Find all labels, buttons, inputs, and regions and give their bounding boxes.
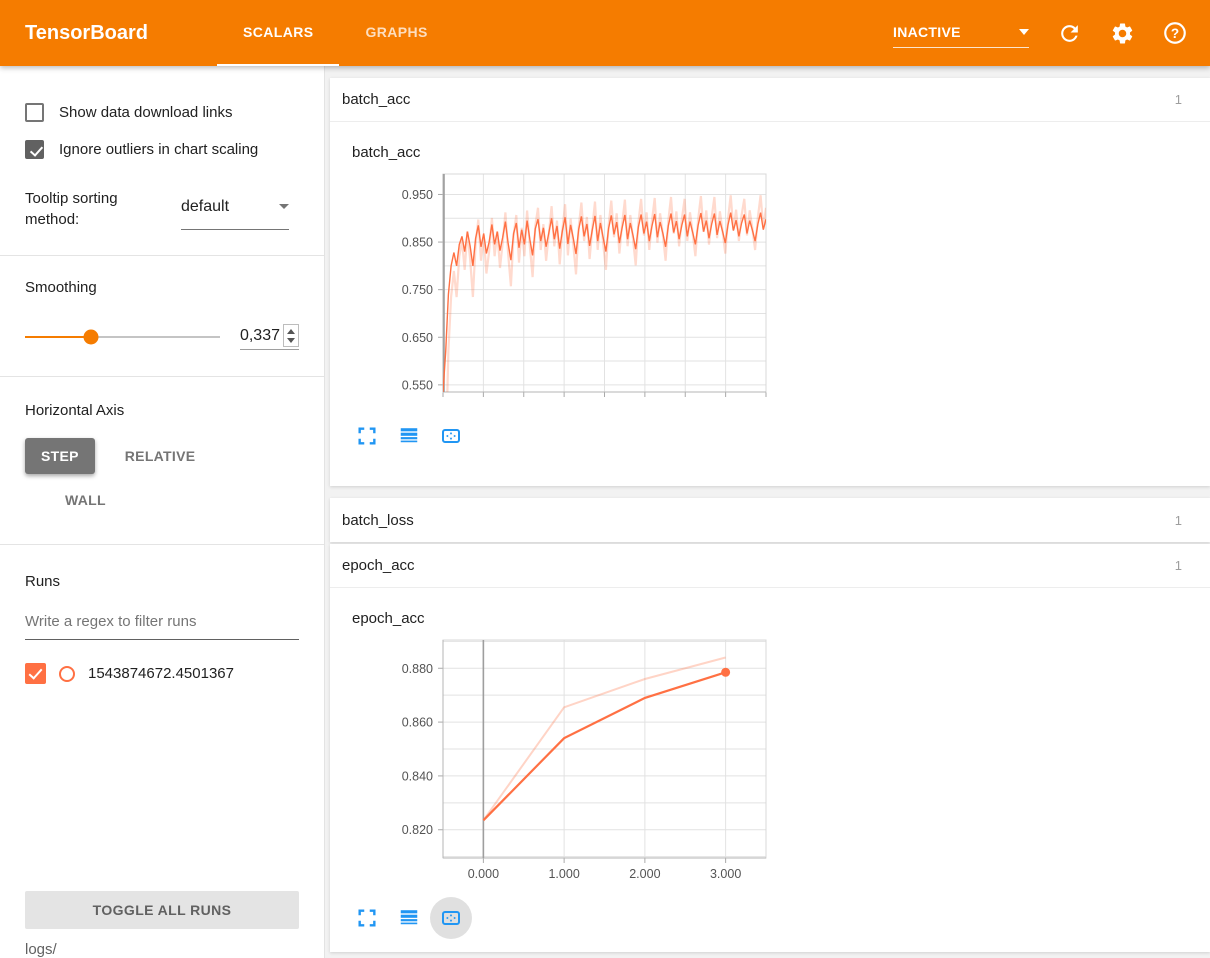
epoch-acc-chart[interactable]: 0.820 0.840 0.860 0.880 0.000 1.000 2.000 3.000 [350,634,780,884]
tab-graphs[interactable]: GRAPHS [339,0,453,66]
section-header-epoch-acc[interactable]: epoch_acc 1 [330,544,1210,588]
axis-relative-button[interactable]: RELATIVE [101,438,220,474]
show-download-links-checkbox[interactable]: Show data download links [0,94,324,131]
run-filter-input[interactable]: Write a regex to filter runs [25,613,299,640]
run-name: 1543874672.4501367 [88,665,234,682]
chevron-down-icon [1019,29,1029,35]
chevron-down-icon [279,204,289,209]
svg-text:0.880: 0.880 [402,662,433,676]
checkbox-unchecked-icon [25,103,44,122]
svg-text:0.950: 0.950 [402,188,433,202]
tooltip-sorting-label: Tooltip sorting method: [25,188,137,230]
axis-wall-button[interactable]: WALL [49,482,122,518]
help-icon[interactable]: ? [1162,20,1188,46]
tab-scalars[interactable]: SCALARS [217,0,339,66]
slider-thumb[interactable] [83,330,98,345]
tooltip-sorting-row: Tooltip sorting method: default [0,168,324,230]
section-header-batch-acc[interactable]: batch_acc 1 [330,78,1210,122]
expand-icon[interactable] [354,423,380,449]
settings-sidebar: Show data download links Ignore outliers… [0,66,325,958]
section-batch-loss: batch_loss 1 [330,498,1210,542]
tooltip-sorting-select[interactable]: default [181,192,289,230]
smoothing-value-input[interactable]: 0,337 [240,324,299,350]
tensorboard-app: TensorBoard SCALARS GRAPHS INACTIVE [0,0,1210,958]
number-spinner[interactable] [283,324,299,347]
toggle-all-runs-button[interactable]: TOGGLE ALL RUNS [25,891,299,929]
svg-text:1.000: 1.000 [548,867,579,881]
refresh-icon[interactable] [1056,20,1082,46]
svg-text:0.750: 0.750 [402,283,433,297]
toolbar-actions: INACTIVE ? [893,0,1210,66]
svg-text:0.550: 0.550 [402,378,433,392]
smoothing-slider[interactable] [25,336,220,338]
svg-text:0.650: 0.650 [402,331,433,345]
ignore-outliers-checkbox[interactable]: Ignore outliers in chart scaling [0,131,324,168]
log-directory-label: logs/ [0,929,324,958]
chart-title: epoch_acc [352,610,1210,634]
svg-text:2.000: 2.000 [629,867,660,881]
section-batch-acc: batch_acc 1 batch_acc 0.550 0.650 0.750 0.8… [330,78,1210,486]
app-toolbar: TensorBoard SCALARS GRAPHS INACTIVE [0,0,1210,66]
run-checkbox-checked-icon[interactable] [25,663,46,684]
batch-acc-chart[interactable]: 0.550 0.650 0.750 0.850 0.950 [350,168,780,402]
nav-tabs: SCALARS GRAPHS [217,0,454,66]
chart-toolbar [354,416,1210,456]
run-list-item[interactable]: 1543874672.4501367 [25,663,299,684]
smoothing-label: Smoothing [25,277,299,298]
scalars-dashboard: batch_acc 1 batch_acc 0.550 0.650 0.750 0.8… [325,66,1210,958]
svg-text:?: ? [1171,26,1179,41]
axis-step-button[interactable]: STEP [25,438,95,474]
chart-toolbar [354,898,1210,938]
fit-domain-icon[interactable] [438,905,464,931]
settings-gear-icon[interactable] [1109,20,1135,46]
svg-text:0.820: 0.820 [402,823,433,837]
section-count-badge: 1 [1175,92,1182,107]
expand-icon[interactable] [354,905,380,931]
svg-text:0.840: 0.840 [402,769,433,783]
svg-text:3.000: 3.000 [710,867,741,881]
line-weight-icon[interactable] [396,905,422,931]
section-header-batch-loss[interactable]: batch_loss 1 [330,498,1210,542]
section-count-badge: 1 [1175,558,1182,573]
svg-text:0.850: 0.850 [402,236,433,250]
app-title: TensorBoard [25,22,193,45]
section-epoch-acc: epoch_acc 1 epoch_acc 0.8200.8400.8600.8… [330,544,1210,952]
smoothing-section: Smoothing 0,337 [0,256,324,350]
run-color-radio-icon[interactable] [59,666,75,682]
chart-title: batch_acc [352,144,1210,168]
section-count-badge: 1 [1175,513,1182,528]
fit-domain-icon[interactable] [438,423,464,449]
svg-text:0.860: 0.860 [402,716,433,730]
spinner-down-icon[interactable] [287,338,295,343]
spinner-up-icon[interactable] [287,329,295,334]
status-label: INACTIVE [893,24,961,40]
checkbox-checked-icon [25,140,44,159]
status-dropdown[interactable]: INACTIVE [893,24,1029,48]
svg-text:0.000: 0.000 [468,867,499,881]
runs-label: Runs [25,571,299,592]
horizontal-axis-label: Horizontal Axis [25,400,299,421]
horizontal-axis-section: Horizontal Axis STEP RELATIVE WALL [0,377,324,518]
line-weight-icon[interactable] [396,423,422,449]
runs-section: Runs Write a regex to filter runs 154387… [0,545,324,684]
